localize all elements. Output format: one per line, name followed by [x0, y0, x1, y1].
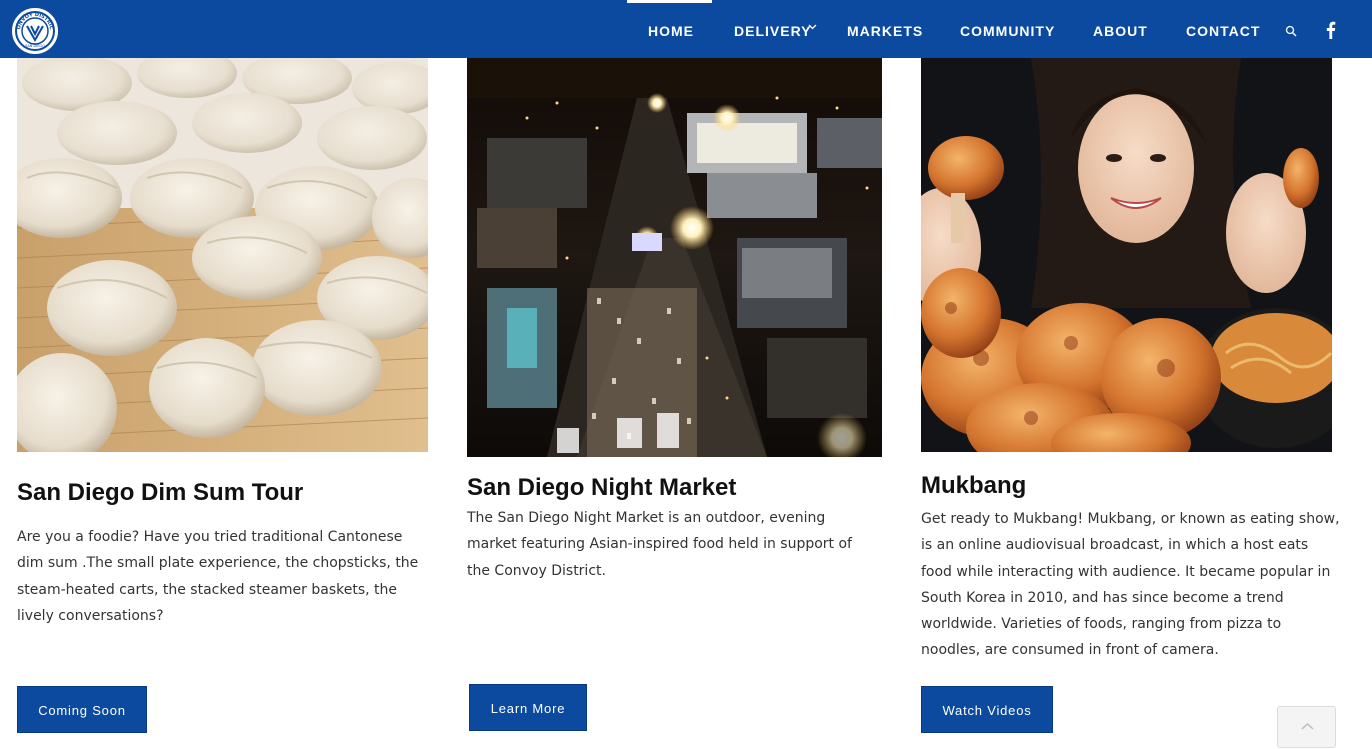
logo-emblem-icon: CONVOY DISTRICT SAN DIEGO — [14, 10, 55, 51]
coming-soon-button[interactable]: Coming Soon — [17, 686, 147, 733]
nav-item-home[interactable]: HOME — [648, 0, 694, 58]
nav-item-about[interactable]: ABOUT — [1093, 0, 1148, 58]
search-icon[interactable] — [1285, 25, 1297, 37]
scroll-to-top-button[interactable] — [1277, 706, 1336, 748]
night-market-aerial-image — [467, 58, 882, 457]
logo-subtext: SAN DIEGO — [25, 44, 45, 48]
chevron-up-icon — [1301, 722, 1314, 730]
card-title-mukbang: Mukbang — [921, 472, 1027, 499]
nav-item-community[interactable]: COMMUNITY — [960, 0, 1055, 58]
card-title-dim-sum-tour: San Diego Dim Sum Tour — [17, 479, 304, 506]
chevron-down-icon[interactable] — [808, 22, 817, 31]
convoy-district-logo[interactable]: CONVOY DISTRICT SAN DIEGO — [12, 8, 58, 54]
card-description-mukbang: Get ready to Mukbang! Mukbang, or known … — [921, 511, 1340, 659]
watch-videos-button[interactable]: Watch Videos — [921, 686, 1053, 733]
mukbang-host-image — [921, 58, 1332, 452]
card-description-night-market: The San Diego Night Market is an outdoor… — [467, 510, 852, 579]
dim-sum-dumplings-image — [17, 58, 428, 452]
nav-item-delivery[interactable]: DELIVERY — [734, 0, 812, 58]
card-description-dim-sum-tour: Are you a foodie? Have you tried traditi… — [17, 529, 419, 624]
top-navigation-bar: CONVOY DISTRICT SAN DIEGO HOME DELIVERY … — [0, 0, 1372, 58]
nav-item-markets[interactable]: MARKETS — [847, 0, 923, 58]
facebook-icon[interactable] — [1325, 21, 1336, 39]
card-title-night-market: San Diego Night Market — [467, 474, 737, 501]
learn-more-button[interactable]: Learn More — [469, 684, 587, 731]
nav-item-contact[interactable]: CONTACT — [1186, 0, 1260, 58]
